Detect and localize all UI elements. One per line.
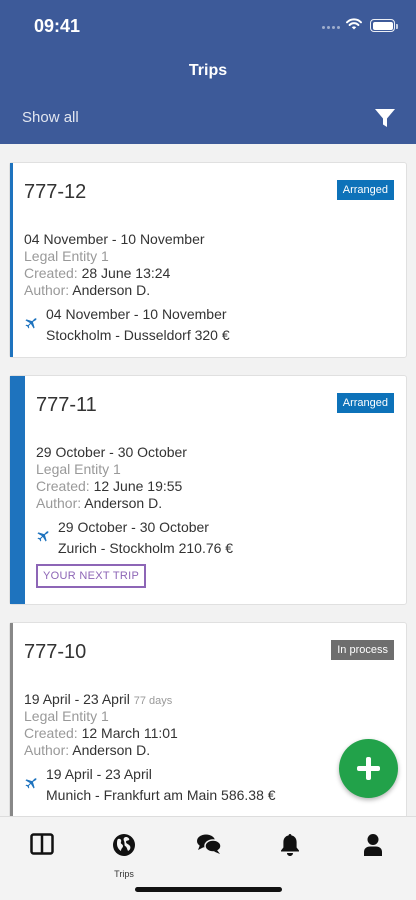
airplane-icon xyxy=(25,318,37,329)
globe-icon xyxy=(113,834,135,856)
trip-dates: 19 April - 23 April xyxy=(24,691,130,707)
status-badge: In process xyxy=(331,640,394,660)
nav-notifications[interactable] xyxy=(271,833,311,873)
airplane-icon xyxy=(37,531,49,542)
created-value: 12 June 19:55 xyxy=(93,478,183,494)
signal-icon xyxy=(322,26,340,30)
dashboard-icon xyxy=(30,833,54,855)
author-label: Author: xyxy=(24,282,70,298)
page-title: Trips xyxy=(188,62,228,79)
author-label: Author: xyxy=(36,495,82,511)
created-row: Created: 12 June 19:55 xyxy=(36,478,182,494)
segment-dates: 04 November - 10 November xyxy=(46,306,227,322)
author-value: Anderson D. xyxy=(72,742,151,758)
wifi-icon xyxy=(346,18,362,30)
nav-profile[interactable] xyxy=(354,833,394,873)
trip-dates: 04 November - 10 November xyxy=(24,231,205,247)
trip-status-bar xyxy=(10,163,13,357)
nav-trips[interactable]: Trips xyxy=(104,833,144,879)
created-label: Created: xyxy=(24,265,78,281)
add-trip-button[interactable] xyxy=(339,739,398,798)
legal-entity: Legal Entity 1 xyxy=(24,708,109,724)
author-row: Author: Anderson D. xyxy=(36,495,162,511)
home-indicator xyxy=(135,887,282,892)
next-trip-badge: YOUR NEXT TRIP xyxy=(36,564,147,588)
trip-status-bar xyxy=(10,376,25,604)
status-time: 09:41 xyxy=(34,16,81,36)
chat-icon xyxy=(197,834,222,854)
author-value: Anderson D. xyxy=(84,495,163,511)
trip-number: 777-12 xyxy=(24,181,87,203)
author-label: Author: xyxy=(24,742,70,758)
nav-label: Trips xyxy=(114,869,134,879)
author-row: Author: Anderson D. xyxy=(24,282,150,298)
author-value: Anderson D. xyxy=(72,282,151,298)
trip-card[interactable]: 777-11 Arranged 29 October - 30 October … xyxy=(9,375,407,605)
bell-icon xyxy=(281,834,299,856)
show-all-button[interactable]: Show all xyxy=(22,109,79,126)
user-icon xyxy=(364,834,382,856)
status-badge: Arranged xyxy=(336,393,394,413)
app-header: 09:41 Trips Show all xyxy=(0,0,416,144)
battery-icon xyxy=(370,19,398,32)
segment-dates: 29 October - 30 October xyxy=(58,519,209,535)
days-until: 77 days xyxy=(133,695,173,707)
created-row: Created: 12 March 11:01 xyxy=(24,725,178,741)
legal-entity: Legal Entity 1 xyxy=(36,461,121,477)
status-badge: Arranged xyxy=(336,180,394,200)
created-label: Created: xyxy=(24,725,78,741)
segment-route: Zurich - Stockholm 210.76 € xyxy=(58,540,234,556)
created-label: Created: xyxy=(36,478,90,494)
trip-number: 777-11 xyxy=(36,394,97,416)
nav-chat[interactable] xyxy=(188,833,228,873)
created-value: 28 June 13:24 xyxy=(81,265,171,281)
segment-route: Munich - Frankfurt am Main 586.38 € xyxy=(46,787,276,803)
segment-dates: 19 April - 23 April xyxy=(46,766,152,782)
legal-entity: Legal Entity 1 xyxy=(24,248,109,264)
created-value: 12 March 11:01 xyxy=(81,725,178,741)
created-row: Created: 28 June 13:24 xyxy=(24,265,170,281)
status-bar: 09:41 xyxy=(0,0,416,54)
segment-route: Stockholm - Dusseldorf 320 € xyxy=(46,327,230,343)
trip-list[interactable]: 777-12 Arranged 04 November - 10 Novembe… xyxy=(0,144,416,816)
bottom-nav: Trips xyxy=(0,816,416,900)
trip-card[interactable]: 777-12 Arranged 04 November - 10 Novembe… xyxy=(9,162,407,358)
trip-dates: 29 October - 30 October xyxy=(36,444,187,460)
trip-dates-row: 19 April - 23 April 77 days xyxy=(24,691,172,707)
filter-icon[interactable] xyxy=(374,107,396,129)
airplane-icon xyxy=(25,778,37,789)
trip-number: 777-10 xyxy=(24,641,87,663)
trip-status-bar xyxy=(10,623,13,816)
author-row: Author: Anderson D. xyxy=(24,742,150,758)
nav-dashboard[interactable] xyxy=(22,833,62,873)
